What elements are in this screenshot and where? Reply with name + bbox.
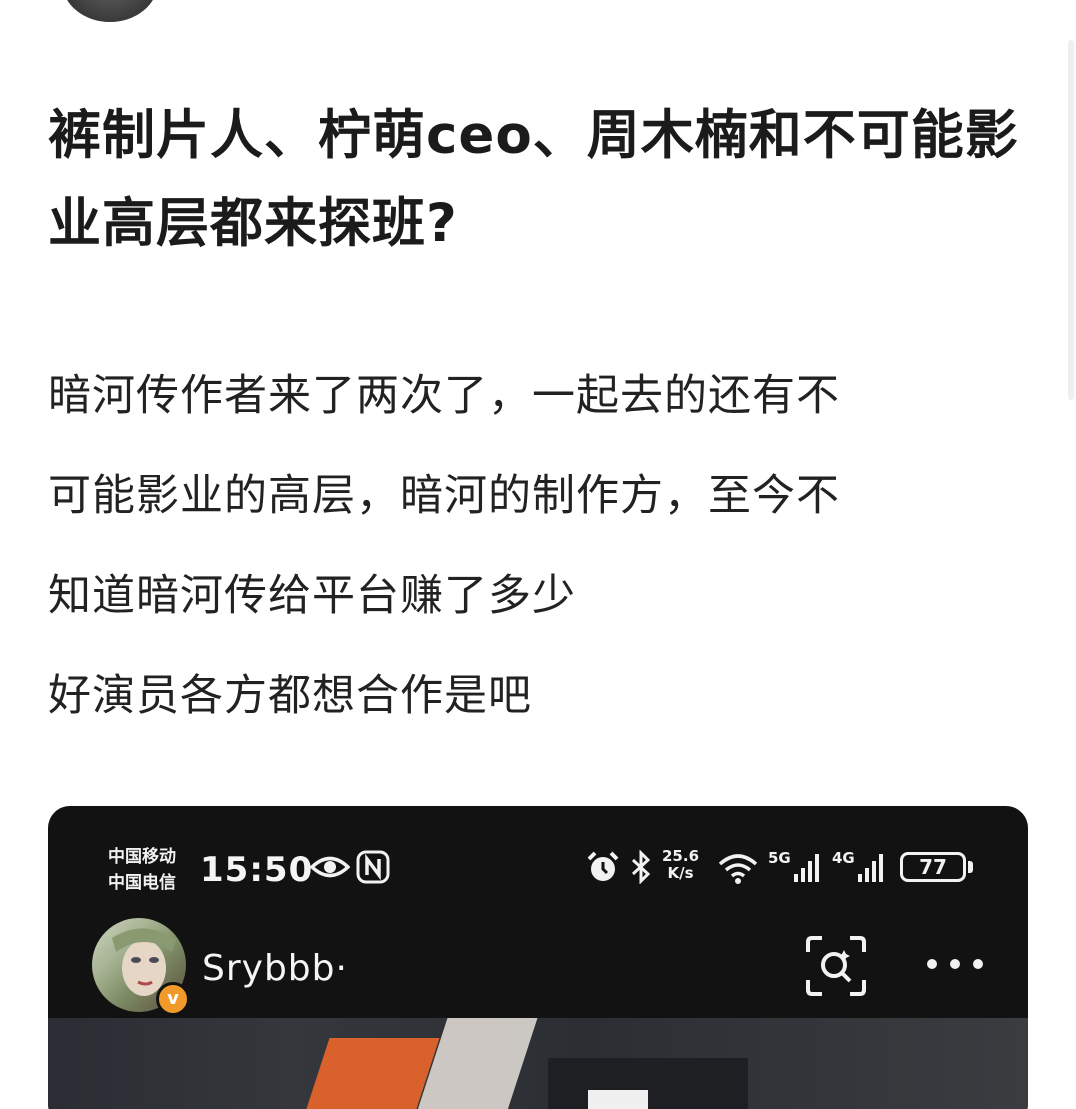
- net-speed: 25.6 K/s: [662, 848, 699, 882]
- carrier-1: 中国移动: [108, 847, 176, 867]
- scrollbar[interactable]: [1068, 40, 1074, 400]
- post-photo[interactable]: [48, 1018, 1028, 1109]
- post-body-line: 暗河传作者来了两次了，一起去的还有不: [48, 371, 840, 421]
- verified-badge: v: [156, 982, 190, 1016]
- nfc-icon: [356, 850, 390, 884]
- post-body: 暗河传作者来了两次了，一起去的还有不 可能影业的高层，暗河的制作方，至今不 知道…: [48, 346, 1038, 746]
- bluetooth-icon: [631, 850, 651, 884]
- carrier-labels: 中国移动 中国电信: [108, 844, 176, 896]
- photo-shape: [290, 1038, 440, 1109]
- status-time: 15:50: [200, 850, 314, 890]
- previous-post-header: [0, 0, 1076, 22]
- post-body-line: 好演员各方都想合作是吧: [48, 671, 532, 721]
- alarm-icon: [587, 851, 619, 881]
- battery-indicator: 77: [900, 852, 966, 882]
- post-body-line: 知道暗河传给平台赚了多少: [48, 571, 576, 621]
- net-speed-value: 25.6: [662, 847, 700, 865]
- carrier-2: 中国电信: [108, 873, 176, 893]
- scan-icon[interactable]: [804, 934, 868, 998]
- photo-shape: [548, 1058, 748, 1109]
- battery-tip: [968, 861, 973, 873]
- profile-name[interactable]: Srybbb·: [202, 948, 348, 989]
- post-title: 裤制片人、柠萌ceo、周木楠和不可能影业高层都来探班?: [48, 105, 1019, 254]
- net-speed-unit: K/s: [667, 864, 694, 882]
- wifi-icon: [718, 854, 758, 884]
- embedded-screenshot[interactable]: 中国移动 中国电信 15:50 25.6 K/s 5G 4G 77 v Sryb…: [48, 806, 1028, 1109]
- more-icon[interactable]: [922, 954, 988, 974]
- post-body-line: 可能影业的高层，暗河的制作方，至今不: [48, 471, 840, 521]
- signal-icon: 4G: [832, 849, 883, 882]
- author-avatar[interactable]: [62, 0, 158, 22]
- signal-icon: 5G: [768, 849, 819, 882]
- signal-1-label: 5G: [768, 849, 791, 867]
- photo-shape: [588, 1090, 648, 1109]
- eye-icon: [310, 856, 350, 878]
- signal-2-label: 4G: [832, 849, 855, 867]
